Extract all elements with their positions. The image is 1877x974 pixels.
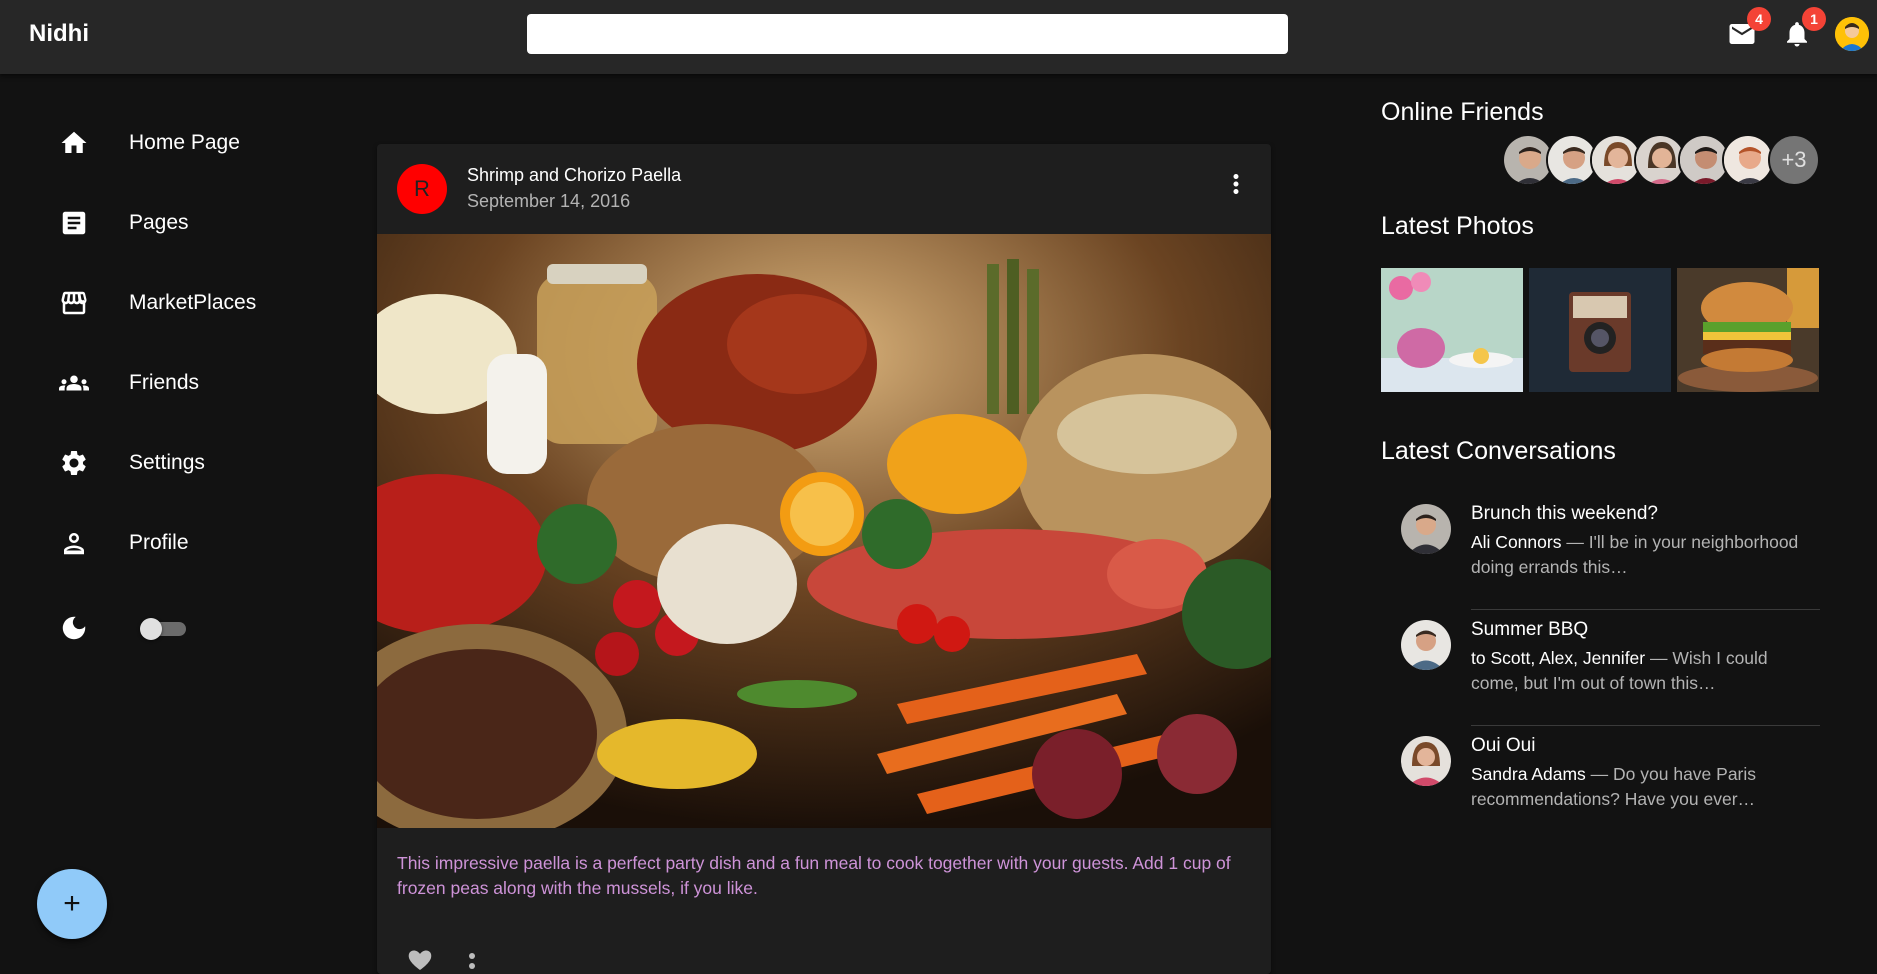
sidebar-item-marketplaces[interactable]: MarketPlaces: [0, 274, 330, 334]
sidebar-item-label: MarketPlaces: [129, 291, 257, 314]
friend-avatar[interactable]: [1722, 134, 1774, 186]
sidebar-item-pages[interactable]: Pages: [0, 194, 330, 254]
sidebar-item-label: Settings: [129, 451, 205, 474]
people-icon: [59, 368, 89, 398]
post-actions: [407, 944, 507, 974]
sidebar-item-label: Friends: [129, 371, 200, 394]
gear-icon: [59, 448, 89, 478]
add-button[interactable]: +: [37, 869, 107, 939]
notifications-button[interactable]: 1: [1780, 7, 1826, 51]
conversation-snippet: Sandra Adams — Do you have Paris recomme…: [1471, 762, 1811, 812]
article-icon: [59, 208, 89, 238]
conversation-title: Summer BBQ: [1471, 619, 1589, 640]
toggle-thumb: [140, 618, 162, 640]
post-date: September 14, 2016: [467, 191, 631, 211]
mail-button[interactable]: 4: [1725, 7, 1771, 51]
more-options-button[interactable]: [1221, 169, 1251, 203]
mail-badge: 4: [1747, 7, 1771, 31]
conversation-avatar: [1401, 620, 1451, 670]
conversation-avatar: [1401, 736, 1451, 786]
dark-mode-toggle[interactable]: [140, 618, 188, 640]
conversation-item[interactable]: Oui Oui Sandra Adams — Do you have Paris…: [1381, 726, 1820, 842]
sidebar-item-profile[interactable]: Profile: [0, 514, 330, 574]
favorite-share-icons[interactable]: [407, 944, 507, 974]
latest-photos-title: Latest Photos: [1381, 212, 1534, 240]
conversation-snippet: Ali Connors — I'll be in your neighborho…: [1471, 530, 1811, 580]
photo-thumbnail[interactable]: [1529, 268, 1671, 392]
user-avatar-icon: [1835, 17, 1869, 51]
post-body: This impressive paella is a perfect part…: [397, 853, 1231, 898]
storefront-icon: [59, 288, 89, 318]
photo-thumbnail[interactable]: [1381, 268, 1523, 392]
sidebar-item-friends[interactable]: Friends: [0, 354, 330, 414]
sidebar-item-label: Home Page: [129, 131, 240, 154]
latest-conversations-title: Latest Conversations: [1381, 437, 1616, 465]
online-friends-title: Online Friends: [1381, 98, 1544, 126]
brand-title[interactable]: Nidhi: [29, 20, 89, 48]
post-card: R Shrimp and Chorizo Paella September 14…: [377, 144, 1271, 974]
home-icon: [59, 128, 89, 158]
app-bar: Nidhi 4 1: [0, 0, 1877, 74]
moon-icon: [59, 613, 89, 643]
conversation-sender: to Scott, Alex, Jennifer: [1471, 648, 1646, 668]
conversation-title: Oui Oui: [1471, 735, 1536, 756]
conversation-item[interactable]: Brunch this weekend? Ali Connors — I'll …: [1381, 494, 1820, 610]
post-image: [377, 234, 1271, 828]
conversation-title: Brunch this weekend?: [1471, 503, 1658, 524]
post-title: Shrimp and Chorizo Paella: [467, 165, 682, 185]
sidebar-item-home[interactable]: Home Page: [0, 114, 330, 174]
notifications-badge: 1: [1802, 7, 1826, 31]
conversation-avatar: [1401, 504, 1451, 554]
conversation-sender: Ali Connors: [1471, 532, 1562, 552]
conversation-item[interactable]: Summer BBQ to Scott, Alex, Jennifer — Wi…: [1381, 610, 1820, 726]
conversation-snippet: to Scott, Alex, Jennifer — Wish I could …: [1471, 646, 1811, 696]
search-input[interactable]: [527, 14, 1288, 54]
photo-thumbnail[interactable]: [1677, 268, 1819, 392]
sidebar-item-settings[interactable]: Settings: [0, 434, 330, 494]
more-vert-icon: [1233, 174, 1239, 194]
user-avatar[interactable]: [1835, 17, 1869, 51]
conversation-sender: Sandra Adams: [1471, 764, 1586, 784]
sidebar-item-label: Profile: [129, 531, 189, 554]
post-avatar: R: [397, 164, 447, 214]
sidebar-item-label: Pages: [129, 211, 189, 234]
more-friends-badge[interactable]: +3: [1768, 134, 1820, 186]
food-spread-illustration: [377, 234, 1271, 828]
person-icon: [59, 528, 89, 558]
